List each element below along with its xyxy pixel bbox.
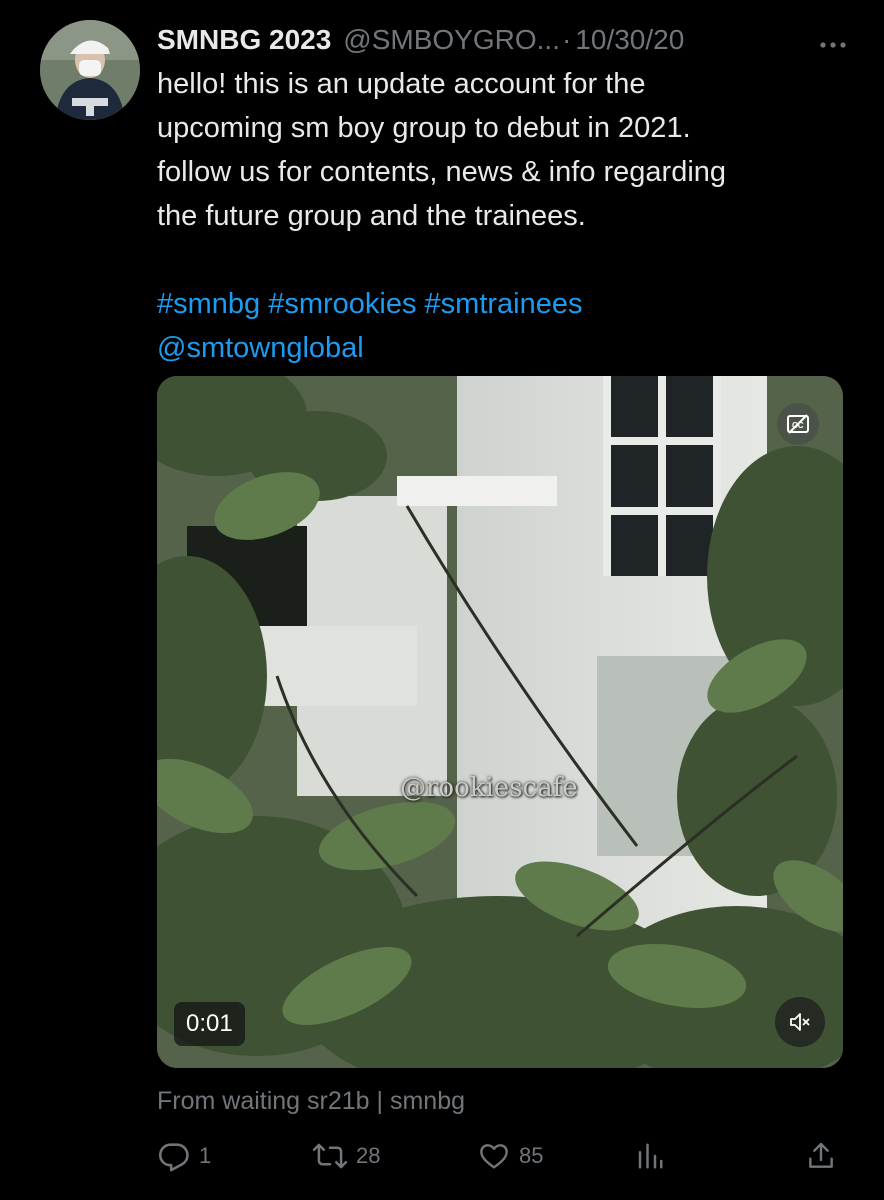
video-frame — [157, 376, 843, 1068]
avatar[interactable] — [40, 20, 140, 120]
reply-count: 1 — [199, 1143, 212, 1168]
like-button[interactable]: 85 — [477, 1136, 543, 1176]
media-source-label[interactable]: From waiting sr21b | smnbg — [157, 1087, 465, 1116]
mention-link[interactable]: @smtownglobal — [157, 326, 837, 370]
analytics-icon — [638, 1143, 663, 1169]
separator-dot: · — [561, 24, 572, 55]
tweet-text-line: hello! this is an update account for the — [157, 68, 646, 100]
video-player[interactable]: @rookiescafe CC 0:01 — [157, 376, 843, 1068]
more-horizontal-icon[interactable] — [819, 26, 847, 57]
retweet-button[interactable]: 28 — [312, 1136, 380, 1176]
tweet-date[interactable]: 10/30/20 — [575, 24, 684, 56]
video-watermark: @rookiescafe — [400, 773, 578, 803]
hashtag-links[interactable]: #smnbg #smrookies #smtrainees — [157, 282, 837, 326]
share-button[interactable] — [805, 1136, 837, 1176]
views-button[interactable] — [635, 1136, 665, 1176]
avatar-image — [40, 20, 140, 120]
closed-captions-off-icon[interactable]: CC — [777, 403, 819, 445]
retweet-count: 28 — [356, 1143, 381, 1168]
like-count: 85 — [519, 1143, 544, 1168]
video-timestamp: 0:01 — [174, 1002, 245, 1046]
display-name[interactable]: SMNBG 2023 — [157, 24, 331, 56]
tweet-text-line: the future group and the trainees. — [157, 200, 586, 232]
tweet-text-line: follow us for contents, news & info rega… — [157, 156, 727, 188]
action-bar: 1 28 85 — [157, 1136, 847, 1176]
heart-icon — [480, 1144, 508, 1169]
retweet-icon — [312, 1143, 348, 1169]
tweet-text-line: upcoming sm boy group to debut in 2021. — [157, 112, 691, 144]
tweet-header: SMNBG 2023 @SMBOYGRO... · 10/30/20 — [157, 20, 847, 60]
tweet-text: hello! this is an update account for the… — [157, 62, 837, 370]
reply-button[interactable]: 1 — [157, 1136, 211, 1176]
share-icon — [809, 1142, 833, 1168]
volume-muted-icon[interactable] — [775, 997, 825, 1047]
reply-icon — [158, 1143, 189, 1172]
user-handle[interactable]: @SMBOYGRO... — [343, 24, 560, 56]
